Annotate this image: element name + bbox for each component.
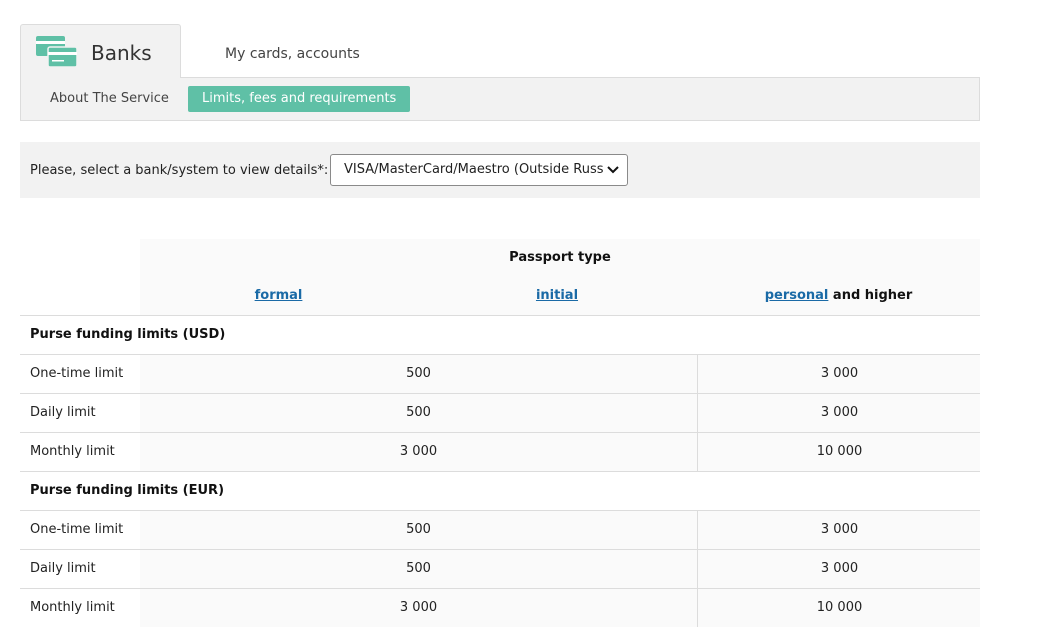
value-formal-initial: 3 000 — [399, 600, 438, 615]
value-personal: 10 000 — [816, 600, 863, 615]
row-label: Monthly limit — [30, 600, 115, 615]
value-formal-initial: 500 — [406, 522, 431, 537]
personal-suffix: and higher — [832, 288, 913, 303]
value-personal: 10 000 — [816, 444, 863, 459]
row-label: One-time limit — [30, 366, 124, 381]
value-personal-cell: 3 000 — [697, 550, 980, 588]
bank-selector-bar: Please, select a bank/system to view det… — [20, 142, 980, 198]
table-body: Purse funding limits (USD) One-time limi… — [20, 315, 980, 627]
column-initial: initial — [417, 288, 697, 303]
bank-select-prompt: Please, select a bank/system to view det… — [30, 163, 329, 178]
personal-link[interactable]: personal — [765, 288, 829, 303]
value-formal-initial: 500 — [406, 561, 431, 576]
formal-link[interactable]: formal — [255, 288, 303, 303]
value-formal-initial: 500 — [406, 366, 431, 381]
value-formal-initial: 3 000 — [399, 444, 438, 459]
row-label: Daily limit — [30, 405, 96, 420]
column-personal: personal and higher — [697, 288, 980, 303]
top-tabs: Banks My cards, accounts About The Servi… — [20, 24, 980, 121]
value-personal-cell: 3 000 — [697, 511, 980, 549]
value-personal-cell: 3 000 — [697, 355, 980, 393]
table-row: Monthly limit 3 000 10 000 — [20, 588, 980, 627]
passport-type-heading: Passport type — [509, 250, 611, 265]
chevron-down-icon — [603, 155, 623, 185]
table-row: Monthly limit 3 000 10 000 — [20, 432, 980, 471]
row-label: One-time limit — [30, 522, 124, 537]
value-personal: 3 000 — [820, 366, 859, 381]
section-row-eur: Purse funding limits (EUR) — [20, 471, 980, 510]
value-personal: 3 000 — [820, 561, 859, 576]
table-row: Daily limit 500 3 000 — [20, 393, 980, 432]
table-row: One-time limit 500 3 000 — [20, 510, 980, 549]
tab-banks[interactable]: Banks — [20, 24, 181, 78]
sub-navigation: About The Service Limits, fees and requi… — [20, 77, 980, 121]
value-personal: 3 000 — [820, 405, 859, 420]
value-formal-initial: 500 — [406, 405, 431, 420]
tab-my-cards-accounts[interactable]: My cards, accounts — [225, 46, 360, 62]
column-formal: formal — [140, 288, 417, 303]
value-personal-cell: 10 000 — [697, 433, 980, 471]
section-row-usd: Purse funding limits (USD) — [20, 315, 980, 354]
section-title: Purse funding limits (USD) — [30, 327, 226, 342]
bank-system-select-value: VISA/MasterCard/Maestro (Outside Russia — [344, 162, 616, 177]
limits-fees-tab[interactable]: Limits, fees and requirements — [188, 86, 411, 112]
section-title: Purse funding limits (EUR) — [30, 483, 225, 498]
value-personal-cell: 3 000 — [697, 394, 980, 432]
table-row: Daily limit 500 3 000 — [20, 549, 980, 588]
bank-system-select[interactable]: VISA/MasterCard/Maestro (Outside Russia — [330, 154, 628, 186]
table-row: One-time limit 500 3 000 — [20, 354, 980, 393]
row-label: Daily limit — [30, 561, 96, 576]
bank-cards-icon — [35, 35, 79, 69]
about-service-link[interactable]: About The Service — [50, 91, 169, 106]
value-personal-cell: 10 000 — [697, 589, 980, 627]
row-label: Monthly limit — [30, 444, 115, 459]
tab-banks-label: Banks — [91, 41, 152, 65]
value-personal: 3 000 — [820, 522, 859, 537]
initial-link[interactable]: initial — [536, 288, 578, 303]
